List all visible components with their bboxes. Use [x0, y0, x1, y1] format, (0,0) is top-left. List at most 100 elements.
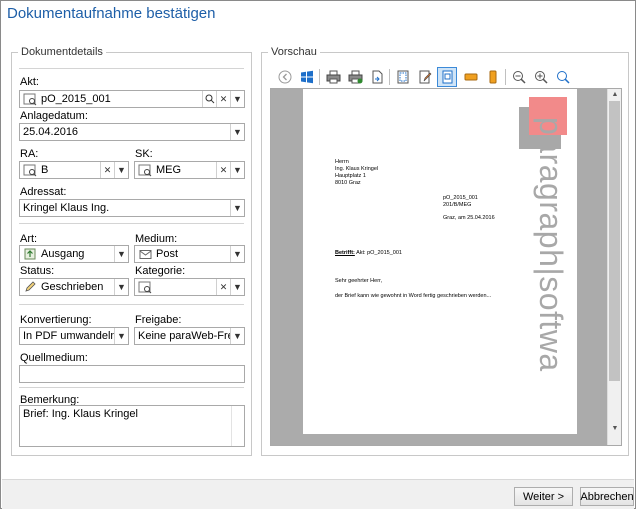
- ra-value: B: [41, 164, 49, 176]
- konvertierung-label: Konvertierung:: [20, 314, 92, 326]
- chevron-down-icon[interactable]: ▼: [114, 328, 128, 344]
- fit-width-icon[interactable]: [461, 67, 481, 87]
- sk-value: MEG: [156, 164, 182, 176]
- next-button[interactable]: Weiter >: [514, 487, 573, 506]
- chevron-down-icon[interactable]: ▼: [230, 162, 244, 178]
- outgoing-icon: [22, 247, 38, 261]
- details-legend: Dokumentdetails: [18, 46, 106, 58]
- toolbar-separator: [389, 69, 390, 85]
- details-divider: [19, 304, 244, 305]
- back-icon[interactable]: [275, 67, 295, 87]
- chevron-down-icon[interactable]: ▼: [114, 279, 128, 295]
- document-preview[interactable]: paragraph|softwa Herrn Ing. Klaus Kringe…: [270, 88, 622, 446]
- lookup-icon: [137, 280, 153, 294]
- art-label: Art:: [20, 233, 38, 245]
- bemerkung-scrollbar[interactable]: [231, 406, 244, 446]
- chevron-down-icon[interactable]: ▼: [230, 246, 244, 262]
- zoom-out-icon[interactable]: [509, 67, 529, 87]
- quellmedium-label: Quellmedium:: [20, 352, 88, 364]
- quellmedium-field[interactable]: [19, 365, 245, 383]
- medium-value: Post: [156, 248, 179, 260]
- adressat-value: Kringel Klaus Ing.: [23, 202, 110, 214]
- letter-reference: pO_2015_001 201/B/MEG: [443, 195, 478, 209]
- lookup-icon: [22, 92, 38, 106]
- letter-date: Graz, am 25.04.2016: [443, 215, 495, 221]
- anlagedatum-label: Anlagedatum:: [20, 110, 88, 122]
- adressat-field[interactable]: Kringel Klaus Ing. ▼: [19, 199, 245, 217]
- clear-icon[interactable]: ✕: [100, 162, 114, 178]
- art-field[interactable]: Ausgang ▼: [19, 245, 129, 263]
- ra-field[interactable]: B ✕ ▼: [19, 161, 129, 179]
- details-divider: [19, 387, 244, 388]
- print-icon[interactable]: [323, 67, 343, 87]
- letter-salutation: Sehr geehrter Herr,: [335, 278, 383, 284]
- dialog-title: Dokumentaufnahme bestätigen: [7, 5, 216, 22]
- print-options-icon[interactable]: [345, 67, 365, 87]
- ra-label: RA:: [20, 148, 39, 160]
- akt-label: Akt:: [20, 76, 39, 88]
- sk-label: SK:: [135, 148, 153, 160]
- export-icon[interactable]: [367, 67, 387, 87]
- dialog-window: Dokumentaufnahme bestätigen Dokumentdeta…: [0, 0, 636, 509]
- page-setup-icon[interactable]: [393, 67, 413, 87]
- preview-page: paragraph|softwa Herrn Ing. Klaus Kringe…: [303, 89, 577, 434]
- chevron-down-icon[interactable]: ▼: [114, 246, 128, 262]
- letter-subject: Betrifft: Akt: pO_2015_001: [335, 250, 402, 256]
- bemerkung-textarea[interactable]: Brief: Ing. Klaus Kringel: [19, 405, 245, 447]
- chevron-down-icon[interactable]: ▼: [230, 200, 244, 216]
- mail-icon: [137, 247, 153, 261]
- letter-body: der Brief kann wie gewohnt in Word ferti…: [335, 293, 492, 299]
- freigabe-label: Freigabe:: [135, 314, 182, 326]
- art-value: Ausgang: [41, 248, 85, 260]
- toolbar-separator: [505, 69, 506, 85]
- pencil-icon: [22, 280, 38, 294]
- scroll-thumb[interactable]: [609, 101, 620, 381]
- status-value: Geschrieben: [41, 281, 104, 293]
- lookup-icon: [137, 163, 153, 177]
- search-icon[interactable]: [202, 91, 216, 107]
- cancel-button[interactable]: Abbrechen: [580, 487, 634, 506]
- clear-icon[interactable]: ✕: [216, 91, 230, 107]
- kategorie-field[interactable]: ✕ ▼: [134, 278, 245, 296]
- scroll-up-icon[interactable]: ▲: [608, 89, 621, 101]
- akt-field[interactable]: pO_2015_001 ✕ ▼: [19, 90, 245, 108]
- chevron-down-icon[interactable]: ▼: [114, 162, 128, 178]
- preview-legend: Vorschau: [268, 46, 320, 58]
- anlagedatum-value: 25.04.2016: [23, 126, 79, 138]
- fit-height-icon[interactable]: [483, 67, 503, 87]
- medium-field[interactable]: Post ▼: [134, 245, 245, 263]
- kategorie-label: Kategorie:: [135, 265, 186, 277]
- chevron-down-icon[interactable]: ▼: [230, 124, 244, 140]
- sk-field[interactable]: MEG ✕ ▼: [134, 161, 245, 179]
- chevron-down-icon[interactable]: ▼: [230, 91, 244, 107]
- medium-label: Medium:: [135, 233, 178, 245]
- zoom-fit-icon[interactable]: [531, 67, 551, 87]
- preview-scrollbar[interactable]: ▲ ▼: [607, 89, 621, 445]
- zoom-in-icon[interactable]: [553, 67, 573, 87]
- adressat-label: Adressat:: [20, 186, 67, 198]
- lookup-icon: [22, 163, 38, 177]
- chevron-down-icon[interactable]: ▼: [230, 279, 244, 295]
- clear-icon[interactable]: ✕: [216, 162, 230, 178]
- dialog-footer: Weiter > Abbrechen: [2, 479, 634, 509]
- scroll-down-icon[interactable]: ▼: [608, 423, 621, 435]
- konvertierung-field[interactable]: In PDF umwandeln ▼: [19, 327, 129, 345]
- details-divider: [19, 223, 244, 224]
- anlagedatum-field[interactable]: 25.04.2016 ▼: [19, 123, 245, 141]
- edit-icon[interactable]: [415, 67, 435, 87]
- freigabe-value: Keine paraWeb-Freig...: [138, 330, 230, 342]
- freigabe-field[interactable]: Keine paraWeb-Freig... ▼: [134, 327, 245, 345]
- konvertierung-value: In PDF umwandeln: [23, 330, 114, 342]
- chevron-down-icon[interactable]: ▼: [230, 328, 244, 344]
- status-label: Status:: [20, 265, 55, 277]
- logo-wordmark: paragraph|softwa: [533, 117, 569, 372]
- bemerkung-value: Brief: Ing. Klaus Kringel: [23, 408, 138, 420]
- letter-recipient: Herrn Ing. Klaus Kringel Hauptplatz 1 80…: [335, 159, 379, 187]
- status-field[interactable]: Geschrieben ▼: [19, 278, 129, 296]
- akt-value: pO_2015_001: [41, 93, 111, 105]
- single-page-icon[interactable]: [437, 67, 457, 87]
- toolbar-separator: [319, 69, 320, 85]
- windows-icon[interactable]: [297, 67, 317, 87]
- clear-icon[interactable]: ✕: [216, 279, 230, 295]
- details-divider: [19, 68, 244, 69]
